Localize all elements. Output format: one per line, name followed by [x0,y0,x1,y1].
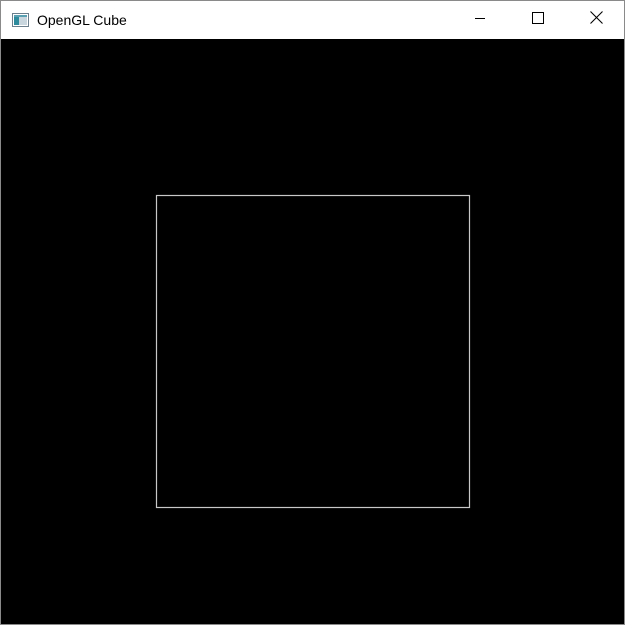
close-button[interactable] [567,1,625,39]
minimize-button[interactable] [451,1,509,39]
close-icon [589,11,603,29]
opengl-app-icon [12,13,29,27]
window-title: OpenGL Cube [37,12,127,28]
opengl-viewport[interactable] [1,39,624,624]
maximize-button[interactable] [509,1,567,39]
maximize-icon [532,11,544,29]
minimize-icon [474,11,486,29]
app-window: OpenGL Cube [0,0,625,625]
title-bar[interactable]: OpenGL Cube [1,1,624,39]
wireframe-square [155,194,471,509]
